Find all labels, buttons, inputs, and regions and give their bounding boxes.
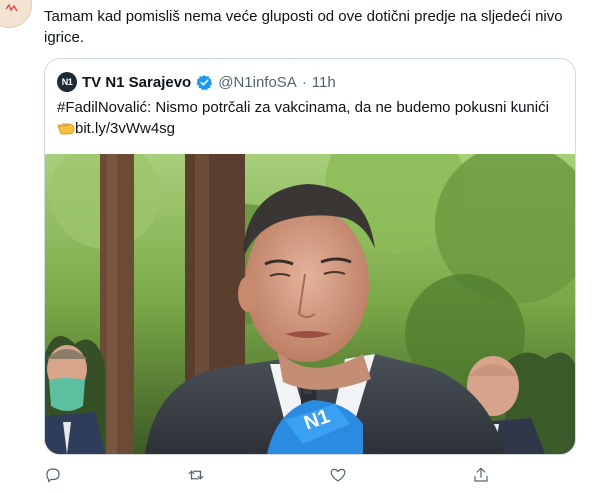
tweet-text: Tamam kad pomisliš nema veće gluposti od… xyxy=(44,8,563,46)
like-icon xyxy=(330,468,346,482)
quoted-tweet-header: N1 TV N1 Sarajevo @N1infoSA · 11h xyxy=(57,71,336,93)
reply-button[interactable] xyxy=(44,466,64,486)
quoted-timestamp[interactable]: 11h xyxy=(312,74,336,91)
quoted-tweet-text: #FadilNovalić: Nismo potrčali za vakcina… xyxy=(57,97,562,139)
quoted-handle[interactable]: @N1infoSA xyxy=(218,74,297,91)
separator-dot: · xyxy=(301,73,307,91)
share-icon xyxy=(474,467,488,482)
shortened-link[interactable]: bit.ly/3vWw4sg xyxy=(75,120,175,137)
n1-logo-avatar[interactable]: N1 xyxy=(57,72,77,92)
pointing-hand-icon xyxy=(57,123,75,135)
tweet-actions-bar xyxy=(44,466,504,486)
share-button[interactable] xyxy=(472,466,492,486)
retweet-button[interactable] xyxy=(187,466,207,486)
user-avatar[interactable] xyxy=(0,0,32,28)
avatar-scribble xyxy=(5,3,18,12)
quoted-display-name[interactable]: TV N1 Sarajevo xyxy=(82,74,191,91)
quoted-tweet-card[interactable]: N1 TV N1 Sarajevo @N1infoSA · 11h #Fadil… xyxy=(44,58,576,455)
quoted-tweet-photo[interactable]: N1 xyxy=(45,154,575,454)
quoted-body-text: : Nismo potrčali za vakcinama, da ne bud… xyxy=(147,99,549,116)
hashtag-link[interactable]: #FadilNovalić xyxy=(57,99,147,116)
reply-icon xyxy=(46,468,60,483)
like-button[interactable] xyxy=(329,466,349,486)
verified-badge-icon xyxy=(196,74,213,90)
retweet-icon xyxy=(188,470,204,480)
press-conference-photo: N1 xyxy=(45,154,575,454)
